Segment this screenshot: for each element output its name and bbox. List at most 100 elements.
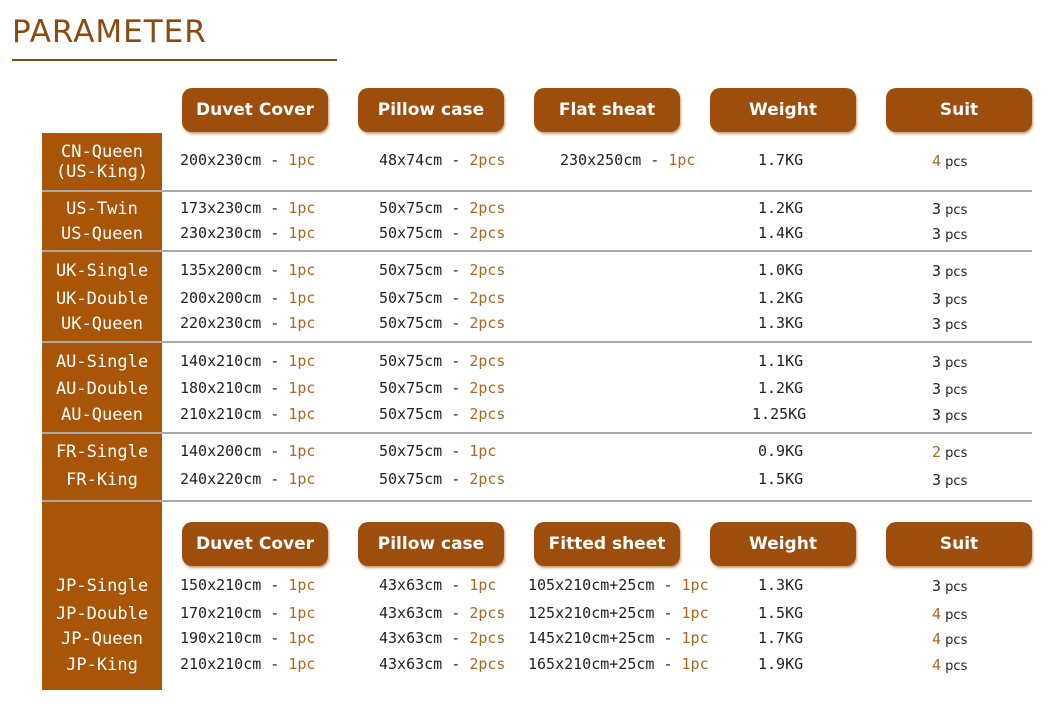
size-label-line: (US-King) <box>55 162 149 182</box>
weight-cell: 0.9KG <box>758 442 804 460</box>
pillow-cell-dash: - <box>442 261 470 279</box>
suit-count: 3 <box>932 406 942 424</box>
pillow-cell-dash: - <box>442 151 470 169</box>
suit-unit: pcs <box>941 356 968 371</box>
pillow-cell-qty: 2pcs <box>469 655 506 673</box>
pillow-cell-qty: 2pcs <box>469 352 506 370</box>
pillow-cell-dash: - <box>442 224 470 242</box>
weight-cell: 1.3KG <box>758 576 804 594</box>
suit-unit: pcs <box>941 633 968 648</box>
duvet-cell-size: 140x210cm <box>180 352 262 370</box>
row-divider <box>42 250 1032 252</box>
duvet-cell-size: 220x230cm <box>180 314 262 332</box>
size-label-line: JP-Queen <box>61 629 143 649</box>
duvet-cell: 210x210cm - 1pc <box>180 655 315 673</box>
duvet-cell-dash: - <box>261 629 289 647</box>
suit-count: 3 <box>932 262 942 280</box>
size-label: JP-King <box>42 655 162 675</box>
sheet-cell-size: 105x210cm+25cm <box>528 576 655 594</box>
pillow-cell-qty: 2pcs <box>469 629 506 647</box>
pillow-cell-qty: 2pcs <box>469 314 506 332</box>
duvet-cell: 135x200cm - 1pc <box>180 261 315 279</box>
size-label-line: AU-Single <box>55 352 149 372</box>
pillow-cell-qty: 2pcs <box>469 405 506 423</box>
suit-count: 4 <box>932 605 942 623</box>
size-label-line: UK-Double <box>55 289 149 309</box>
suit-unit: pcs <box>941 409 968 424</box>
suit-cell: 3 pcs <box>932 225 1012 243</box>
duvet-cell: 180x210cm - 1pc <box>180 379 315 397</box>
suit-unit: pcs <box>941 155 968 170</box>
suit-count: 3 <box>932 353 942 371</box>
size-label: FR-King <box>42 470 162 490</box>
duvet-cell: 220x230cm - 1pc <box>180 314 315 332</box>
size-label: US-Twin <box>42 199 162 219</box>
duvet-cell-dash: - <box>261 314 289 332</box>
row-divider <box>42 500 1032 502</box>
duvet-cell-dash: - <box>261 352 289 370</box>
size-label: UK-Queen <box>42 314 162 334</box>
duvet-cell-dash: - <box>261 405 289 423</box>
suit-cell: 4 pcs <box>932 605 1012 623</box>
pillow-cell-size: 50x75cm <box>379 289 443 307</box>
suit-cell: 4 pcs <box>932 630 1012 648</box>
weight-cell: 1.25KG <box>752 405 807 423</box>
weight-cell: 1.7KG <box>758 629 804 647</box>
suit-unit: pcs <box>941 383 968 398</box>
suit-count: 2 <box>932 443 942 461</box>
pillow-cell: 43x63cm - 2pcs <box>379 655 505 673</box>
pillow-cell-size: 43x63cm <box>379 576 443 594</box>
suit-unit: pcs <box>941 318 968 333</box>
suit-unit: pcs <box>941 293 968 308</box>
duvet-cell-size: 240x220cm <box>180 470 262 488</box>
header-fitted-sheet-jp: Fitted sheet <box>534 522 680 566</box>
sheet-cell-qty: 1pc <box>668 151 696 169</box>
title-underline <box>12 59 337 61</box>
duvet-cell: 140x210cm - 1pc <box>180 352 315 370</box>
pillow-cell-dash: - <box>442 604 470 622</box>
weight-cell: 1.5KG <box>758 470 804 488</box>
pillow-cell-size: 50x75cm <box>379 199 443 217</box>
duvet-cell-size: 150x210cm <box>180 576 262 594</box>
pillow-cell-qty: 2pcs <box>469 151 506 169</box>
size-label-line: US-Twin <box>66 199 138 219</box>
header-weight-jp: Weight <box>710 522 856 566</box>
size-label: JP-Double <box>42 604 162 624</box>
duvet-cell-size: 230x230cm <box>180 224 262 242</box>
header-flat-sheet: Flat sheat <box>534 88 680 132</box>
header-suit-jp: Suit <box>886 522 1032 566</box>
pillow-cell-qty: 2pcs <box>469 470 506 488</box>
size-label-line: JP-King <box>66 655 138 675</box>
pillow-cell-qty: 2pcs <box>469 224 506 242</box>
duvet-cell-dash: - <box>261 289 289 307</box>
sheet-cell-qty: 1pc <box>681 629 709 647</box>
suit-count: 4 <box>932 656 942 674</box>
pillow-cell-qty: 2pcs <box>469 604 506 622</box>
size-label: CN-Queen (US-King) <box>42 142 162 182</box>
sheet-cell: 165x210cm+25cm - 1pc <box>528 655 709 673</box>
suit-cell: 3 pcs <box>932 380 1012 398</box>
pillow-cell-size: 50x75cm <box>379 261 443 279</box>
pillow-cell-qty: 2pcs <box>469 289 506 307</box>
weight-cell: 1.1KG <box>758 352 804 370</box>
row-divider <box>42 341 1032 343</box>
suit-count: 3 <box>932 290 942 308</box>
duvet-cell-size: 210x210cm <box>180 405 262 423</box>
size-label-line: UK-Queen <box>61 314 143 334</box>
duvet-cell: 140x200cm - 1pc <box>180 442 315 460</box>
row-divider <box>42 190 1032 192</box>
duvet-cell: 240x220cm - 1pc <box>180 470 315 488</box>
size-label-line: AU-Double <box>55 379 149 399</box>
suit-count: 3 <box>932 225 942 243</box>
pillow-cell: 50x75cm - 2pcs <box>379 352 505 370</box>
pillow-cell: 50x75cm - 2pcs <box>379 261 505 279</box>
sheet-cell: 105x210cm+25cm - 1pc <box>528 576 709 594</box>
header-pillow-case: Pillow case <box>358 88 504 132</box>
duvet-cell-qty: 1pc <box>288 379 316 397</box>
duvet-cell-qty: 1pc <box>288 442 316 460</box>
duvet-cell: 230x230cm - 1pc <box>180 224 315 242</box>
pillow-cell: 50x75cm - 2pcs <box>379 379 505 397</box>
suit-count: 4 <box>932 630 942 648</box>
size-label-line: UK-Single <box>55 261 149 281</box>
duvet-cell: 200x230cm - 1pc <box>180 151 315 169</box>
